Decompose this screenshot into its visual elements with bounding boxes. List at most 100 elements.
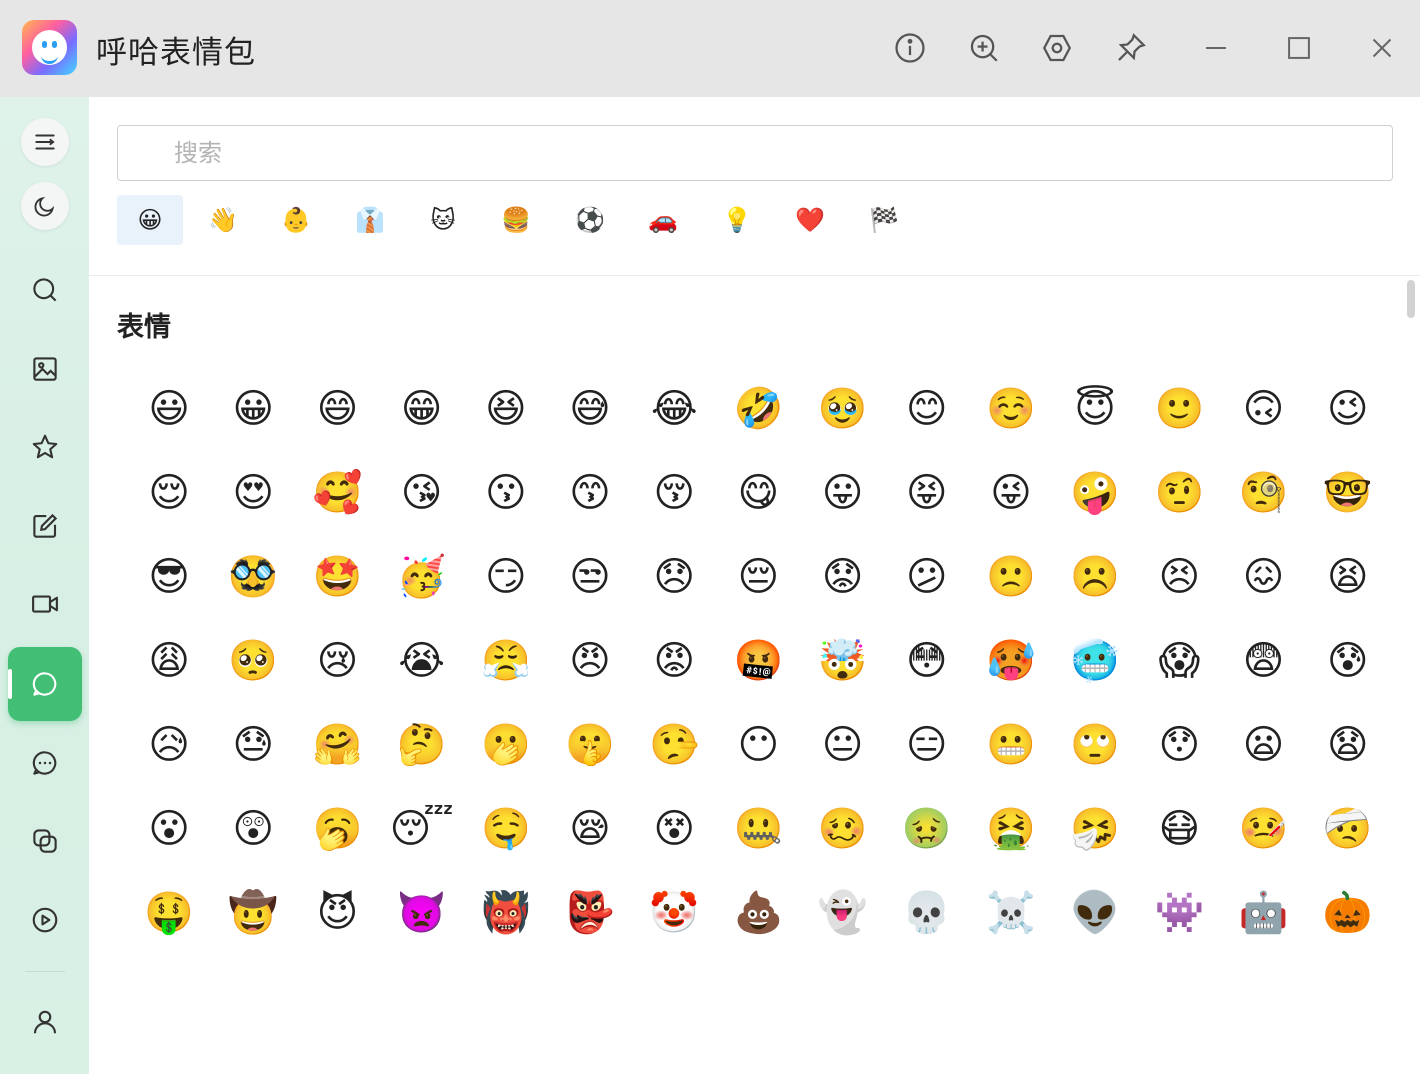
emoji-item[interactable]: 😍 (211, 451, 295, 535)
emoji-item[interactable]: 😆 (464, 367, 548, 451)
emoji-item[interactable]: 👽 (1053, 871, 1137, 955)
emoji-item[interactable]: 😩 (127, 619, 211, 703)
emoji-item[interactable]: 😋 (716, 451, 800, 535)
emoji-item[interactable]: 🥹 (801, 367, 885, 451)
emoji-item[interactable]: 😜 (969, 451, 1053, 535)
emoji-item[interactable]: 🥶 (1053, 619, 1137, 703)
emoji-item[interactable]: 🤯 (801, 619, 885, 703)
emoji-item[interactable]: 😗 (464, 451, 548, 535)
emoji-item[interactable]: 🎃 (1306, 871, 1390, 955)
emoji-item[interactable]: 😷 (1137, 787, 1221, 871)
tab-persons[interactable]: 👶 (263, 195, 329, 245)
emoji-item[interactable]: 😫 (1306, 535, 1390, 619)
emoji-item[interactable]: 😡 (632, 619, 716, 703)
emoji-item[interactable]: 🥵 (969, 619, 1053, 703)
emoji-item[interactable]: 😏 (464, 535, 548, 619)
emoji-item[interactable]: 🤩 (295, 535, 379, 619)
emoji-item[interactable]: 😝 (885, 451, 969, 535)
emoji-item[interactable]: 😮 (127, 787, 211, 871)
emoji-item[interactable]: 😛 (801, 451, 885, 535)
search-input[interactable] (172, 136, 1356, 170)
emoji-item[interactable]: 😄 (295, 367, 379, 451)
info-button[interactable] (890, 28, 930, 68)
sidebar-item-copy[interactable] (8, 804, 82, 878)
emoji-item[interactable]: 🥳 (380, 535, 464, 619)
emoji-item[interactable]: 😒 (548, 535, 632, 619)
emoji-item[interactable]: 😊 (885, 367, 969, 451)
tab-smileys[interactable]: 😀 (117, 195, 183, 245)
tab-objects[interactable]: 💡 (704, 195, 770, 245)
emoji-item[interactable]: 🫢 (464, 703, 548, 787)
emoji-item[interactable]: 🥱 (295, 787, 379, 871)
sidebar-item-search[interactable] (8, 253, 82, 327)
emoji-item[interactable]: 😭 (380, 619, 464, 703)
emoji-item[interactable]: 😔 (716, 535, 800, 619)
emoji-item[interactable]: 🥴 (801, 787, 885, 871)
emoji-item[interactable]: 🤥 (632, 703, 716, 787)
emoji-item[interactable]: 😢 (295, 619, 379, 703)
tab-symbols[interactable]: ❤️ (777, 195, 843, 245)
emoji-item[interactable]: 🤨 (1137, 451, 1221, 535)
emoji-item[interactable]: 🤪 (1053, 451, 1137, 535)
emoji-item[interactable]: 🤡 (632, 871, 716, 955)
emoji-item[interactable]: 😐 (801, 703, 885, 787)
emoji-item[interactable]: 😲 (211, 787, 295, 871)
emoji-item[interactable]: 😱 (1137, 619, 1221, 703)
sidebar-item-profile[interactable] (8, 985, 82, 1059)
emoji-item[interactable]: 😃 (127, 367, 211, 451)
emoji-item[interactable]: ☹️ (1053, 535, 1137, 619)
tab-food[interactable]: 🍔 (483, 195, 549, 245)
tab-travel[interactable]: 🚗 (630, 195, 696, 245)
emoji-item[interactable]: 🤕 (1306, 787, 1390, 871)
emoji-item[interactable]: 💀 (885, 871, 969, 955)
emoji-item[interactable]: 💩 (716, 871, 800, 955)
emoji-item[interactable]: 🤒 (1221, 787, 1305, 871)
emoji-item[interactable]: 😤 (464, 619, 548, 703)
emoji-item[interactable]: 👾 (1137, 871, 1221, 955)
emoji-item[interactable]: 🤧 (1053, 787, 1137, 871)
emoji-item[interactable]: 😳 (885, 619, 969, 703)
emoji-item[interactable]: 😎 (127, 535, 211, 619)
emoji-item[interactable]: 🤣 (716, 367, 800, 451)
emoji-item[interactable]: 😀 (211, 367, 295, 451)
emoji-item[interactable]: 😟 (801, 535, 885, 619)
tab-clothing[interactable]: 👔 (337, 195, 403, 245)
close-button[interactable] (1362, 28, 1402, 68)
minimize-button[interactable] (1196, 28, 1236, 68)
emoji-item[interactable]: 🤤 (464, 787, 548, 871)
emoji-item[interactable]: 😨 (1221, 619, 1305, 703)
emoji-item[interactable]: 🙁 (969, 535, 1053, 619)
emoji-item[interactable]: 😬 (969, 703, 1053, 787)
emoji-item[interactable]: 😯 (1137, 703, 1221, 787)
emoji-item[interactable]: 😞 (632, 535, 716, 619)
emoji-item[interactable]: 🤖 (1221, 871, 1305, 955)
sidebar-item-video[interactable] (8, 567, 82, 641)
emoji-item[interactable]: 😣 (1137, 535, 1221, 619)
emoji-item[interactable]: 🤬 (716, 619, 800, 703)
emoji-item[interactable]: 👿 (380, 871, 464, 955)
emoji-item[interactable]: 😚 (632, 451, 716, 535)
emoji-item[interactable]: 😵 (632, 787, 716, 871)
sidebar-item-play[interactable] (8, 883, 82, 957)
zoom-in-button[interactable] (964, 28, 1004, 68)
emoji-item[interactable]: ☺️ (969, 367, 1053, 451)
emoji-item[interactable]: 😶 (716, 703, 800, 787)
emoji-item[interactable]: 🤔 (380, 703, 464, 787)
emoji-item[interactable]: 😂 (632, 367, 716, 451)
emoji-item[interactable]: 😪 (548, 787, 632, 871)
emoji-item[interactable]: 🙄 (1053, 703, 1137, 787)
emoji-item[interactable]: 😦 (1221, 703, 1305, 787)
sidebar-item-favorites[interactable] (8, 410, 82, 484)
emoji-item[interactable]: 👹 (464, 871, 548, 955)
emoji-item[interactable]: 👻 (801, 871, 885, 955)
emoji-item[interactable]: 🙃 (1221, 367, 1305, 451)
emoji-item[interactable]: 😕 (885, 535, 969, 619)
emoji-item[interactable]: 👺 (548, 871, 632, 955)
emoji-item[interactable]: 🥸 (211, 535, 295, 619)
emoji-item[interactable]: 😥 (127, 703, 211, 787)
sidebar-item-edit[interactable] (8, 489, 82, 563)
sidebar-menu-button[interactable] (21, 118, 69, 166)
emoji-item[interactable]: 😑 (885, 703, 969, 787)
emoji-item[interactable]: 🙂 (1137, 367, 1221, 451)
emoji-item[interactable]: 🧐 (1221, 451, 1305, 535)
